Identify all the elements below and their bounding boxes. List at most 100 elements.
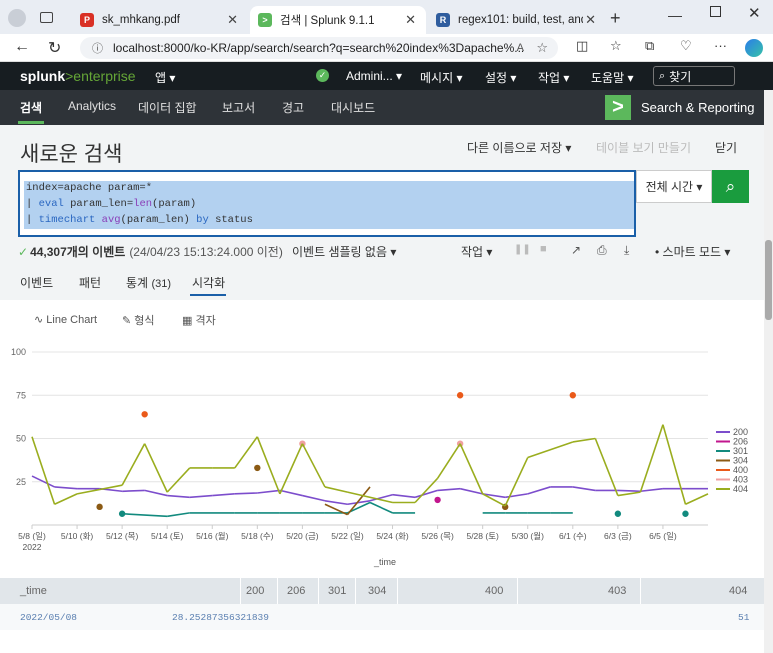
cell-404[interactable]: 51 [738, 612, 749, 623]
series-404-segment [572, 437, 596, 443]
favorites-icon[interactable]: ☆ [610, 38, 622, 54]
create-table-view-button[interactable]: 테이블 보기 만들기 [596, 139, 691, 156]
series-301-segment [167, 512, 190, 518]
x-tick-label: 5/16 (월) [196, 531, 229, 541]
apps-menu[interactable]: 앱 ▾ [155, 69, 175, 86]
col-header-301[interactable]: 301 [328, 585, 346, 597]
info-icon[interactable]: ⓘ [92, 40, 103, 56]
share-icon[interactable]: ↗ [571, 243, 581, 257]
browser-tab-splunk[interactable]: > 검색 | Splunk 9.1.1 ✕ [250, 6, 426, 34]
save-as-menu[interactable]: 다른 이름으로 저장 ▾ [467, 139, 571, 156]
copilot-icon[interactable] [745, 39, 763, 57]
settings-menu[interactable]: 설정 ▾ [485, 69, 516, 86]
activity-menu[interactable]: 작업 ▾ [538, 69, 569, 86]
tab-patterns[interactable]: 패턴 [79, 274, 101, 291]
nav-analytics[interactable]: Analytics [68, 99, 116, 113]
nav-dashboards[interactable]: 대시보드 [331, 99, 375, 116]
page-scrollbar[interactable] [764, 90, 773, 653]
search-button[interactable]: ⌕ [712, 170, 749, 203]
col-header-time[interactable]: _time [20, 585, 47, 597]
tab-events[interactable]: 이벤트 [20, 274, 53, 291]
splunk-logo[interactable]: splunk>enterprise [20, 68, 136, 84]
series-404-segment [31, 436, 56, 505]
series-404-segment [143, 443, 168, 493]
col-divider [397, 578, 398, 604]
user-menu[interactable]: Admini... ▾ [346, 69, 402, 83]
series-404-segment [324, 486, 348, 493]
series-200-segment [572, 486, 596, 492]
col-divider [318, 578, 319, 604]
col-header-200[interactable]: 200 [246, 585, 264, 597]
tab-actions-icon[interactable] [40, 12, 53, 23]
line-chart[interactable]: 100 75 50 25 5/8 (일) 5/10 (화) 5/12 (목) 5/14 (토)… [0, 300, 764, 578]
url-input[interactable]: ⓘ localhost:8000/ko-KR/app/search/search… [80, 37, 558, 59]
cell-200[interactable]: 28.25287356321839 [172, 612, 269, 623]
col-header-304[interactable]: 304 [368, 585, 386, 597]
close-tab-icon[interactable]: ✕ [405, 12, 416, 28]
export-icon[interactable]: ⤓ [624, 243, 629, 258]
col-header-206[interactable]: 206 [287, 585, 305, 597]
back-arrow-icon[interactable]: ← [14, 38, 30, 56]
x-tick-label: 6/1 (수) [559, 531, 587, 541]
legend-label-400: 400 [733, 465, 748, 475]
pause-icon[interactable]: ❚❚ [514, 244, 531, 255]
messages-menu[interactable]: 메시지 ▾ [420, 69, 462, 86]
col-header-400[interactable]: 400 [485, 585, 503, 597]
job-menu[interactable]: 작업 ▾ [461, 243, 492, 260]
sampling-menu[interactable]: 이벤트 샘플링 없음 ▾ [292, 243, 396, 260]
find-input[interactable]: ⌕ 찾기 [653, 66, 735, 86]
series-200-segment [302, 494, 326, 502]
close-tab-icon[interactable]: ✕ [585, 12, 596, 28]
nav-alerts[interactable]: 경고 [282, 99, 304, 116]
col-divider [640, 578, 641, 604]
splunk-global-bar: splunk>enterprise 앱 ▾ ✓ Admini... ▾ 메시지 … [0, 62, 773, 90]
col-header-404[interactable]: 404 [729, 585, 747, 597]
series-200-segment [324, 499, 348, 506]
more-menu-icon[interactable]: ··· [714, 38, 727, 53]
tab-statistics-label: 통계 [126, 276, 149, 290]
tab-statistics[interactable]: 통계 (31) [126, 274, 171, 291]
close-tab-icon[interactable]: ✕ [227, 12, 238, 28]
favorite-star-icon[interactable]: ☆ [536, 40, 548, 56]
regex101-favicon-icon: R [436, 13, 450, 27]
close-window-icon[interactable]: ✕ [748, 4, 761, 22]
nav-search[interactable]: 검색 [20, 99, 42, 116]
new-tab-icon[interactable]: + [610, 8, 621, 29]
tab-visualization[interactable]: 시각화 [192, 274, 225, 291]
nav-reports[interactable]: 보고서 [222, 99, 255, 116]
stop-icon[interactable]: ■ [540, 243, 547, 255]
split-screen-icon[interactable]: ◫ [576, 38, 588, 54]
job-status: ✓ 44,307개의 이벤트 (24/04/23 15:13:24.000 이전… [18, 243, 283, 260]
series-400-point [456, 392, 464, 399]
reload-icon[interactable]: ↻ [48, 38, 61, 58]
scrollbar-thumb[interactable] [765, 240, 772, 320]
close-button[interactable]: 닫기 [715, 139, 737, 156]
profile-icon[interactable] [8, 9, 26, 27]
series-404-segment [76, 484, 123, 495]
health-ok-icon[interactable]: ✓ [316, 69, 329, 82]
search-query-editor[interactable]: index=apache param=* | eval param_len=le… [18, 170, 636, 237]
search-mode-menu[interactable]: • 스마트 모드 ▾ [655, 243, 730, 260]
browser-tab-regex101[interactable]: R regex101: build, test, and deb ✕ [428, 6, 604, 34]
help-menu[interactable]: 도움말 ▾ [591, 69, 633, 86]
minimize-icon[interactable]: — [668, 7, 682, 23]
series-200-segment [257, 489, 280, 494]
search-icon: ⌕ [659, 69, 666, 82]
x-tick-label: 5/10 (화) [61, 531, 94, 541]
browser-tab-pdf[interactable]: P sk_mhkang.pdf ✕ [72, 6, 248, 34]
time-range-picker[interactable]: 전체 시간 ▾ [636, 170, 712, 203]
series-304-point [96, 503, 103, 511]
read-aloud-icon[interactable]: A [517, 42, 524, 54]
table-row: 2022/05/08 28.25287356321839 51 [0, 604, 764, 653]
print-icon[interactable]: ⎙ [597, 243, 607, 258]
collections-icon[interactable]: ⧉ [645, 38, 654, 54]
maximize-icon[interactable] [710, 6, 721, 17]
col-header-403[interactable]: 403 [608, 585, 626, 597]
series-200-segment [279, 489, 303, 497]
series-404-segment [121, 443, 146, 486]
browser-essentials-icon[interactable]: ♡ [680, 38, 692, 54]
legend-label-206: 206 [733, 437, 748, 447]
series-200-segment [144, 489, 168, 497]
cell-time[interactable]: 2022/05/08 [20, 612, 77, 623]
nav-datasets[interactable]: 데이터 집합 [138, 99, 197, 116]
